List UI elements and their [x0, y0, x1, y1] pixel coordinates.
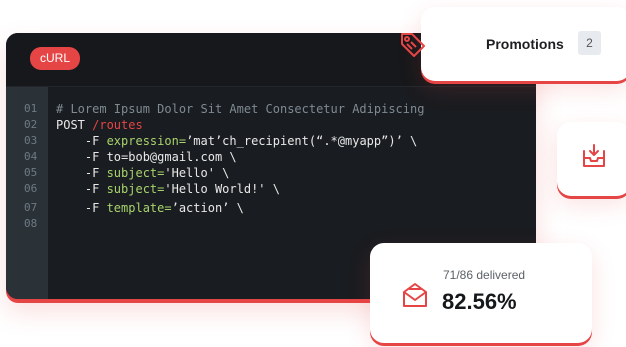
delivered-percent: 82.56% [442, 289, 517, 314]
promotions-count-badge: 2 [578, 31, 601, 55]
promotions-label: Promotions [486, 36, 564, 52]
code-token: 'Hello' \ [164, 166, 230, 180]
code-token: subject= [106, 182, 165, 196]
line-number: 07 [24, 201, 38, 214]
inbox-card[interactable] [557, 122, 626, 196]
code-line: POST /routes [56, 117, 143, 133]
line-number: 03 [24, 134, 38, 147]
code-token: ’mat’ch_recipient(“.*@myapp”)’ \ [186, 134, 418, 148]
curl-badge[interactable]: cURL [30, 47, 81, 70]
line-number: 02 [24, 118, 38, 131]
code-line: -F template=’action’ \ [56, 200, 244, 216]
code-token: -F [56, 150, 107, 164]
code-token: /routes [92, 118, 143, 132]
code-token: -F [56, 182, 107, 196]
line-number: 08 [24, 217, 38, 230]
line-number: 01 [24, 102, 38, 115]
tag-icon [401, 33, 425, 57]
promotions-card[interactable]: Promotions 2 [421, 7, 626, 81]
code-token: ’action’ \ [171, 201, 244, 215]
code-token: expression= [106, 134, 187, 148]
code-line: -F expression=’mat’ch_recipient(“.*@myap… [56, 133, 417, 149]
delivery-stats-card: 71/86 delivered 82.56% [370, 243, 592, 343]
code-token: -F [56, 201, 107, 215]
code-line: # Lorem Ipsum Dolor Sit Amet Consectetur… [56, 101, 424, 117]
delivered-count: 71/86 delivered [443, 268, 526, 282]
code-token: -F [56, 166, 107, 180]
mail-icon [403, 283, 427, 307]
code-line: -F subject='Hello World!' \ [56, 181, 280, 197]
code-token: POST [56, 118, 93, 132]
line-number: 04 [24, 150, 38, 163]
line-number: 06 [24, 182, 38, 195]
inbox-download-icon [583, 144, 605, 167]
code-token: subject= [106, 166, 165, 180]
line-number: 05 [24, 166, 38, 179]
line-gutter: 01 02 03 04 05 06 07 08 [6, 87, 48, 299]
code-token: template= [106, 201, 172, 215]
code-line: -F to=bob@gmail.com \ [56, 149, 237, 165]
code-token: 'Hello World!' \ [164, 182, 280, 196]
code-token: -F [56, 134, 107, 148]
code-token: # Lorem Ipsum Dolor Sit Amet Consectetur… [56, 102, 425, 116]
code-line: -F subject='Hello' \ [56, 165, 230, 181]
code-token: to=bob@gmail.com \ [106, 150, 237, 164]
